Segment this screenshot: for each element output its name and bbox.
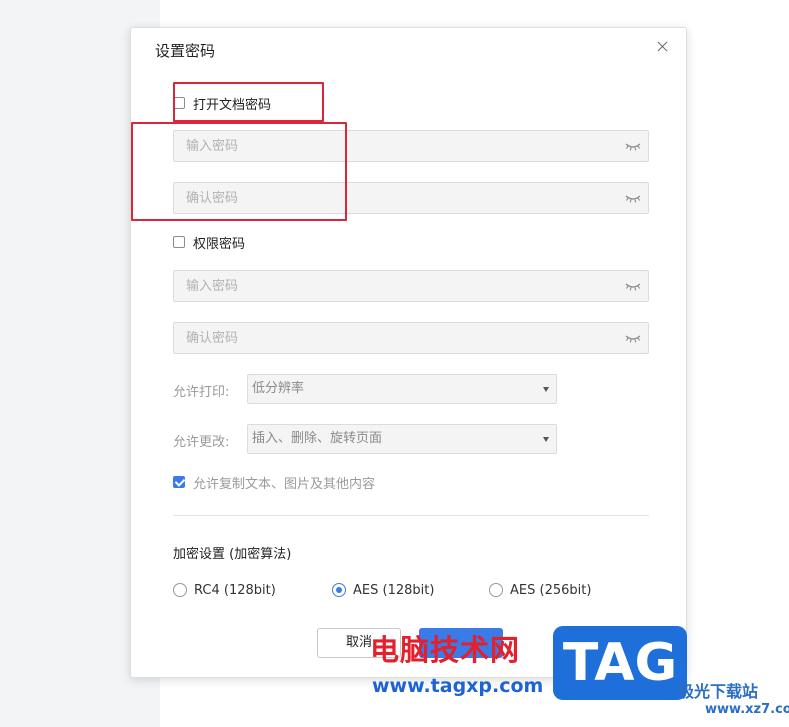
eye-closed-icon[interactable] [625, 192, 641, 204]
allow-copy-checkbox-row[interactable]: 允许复制文本、图片及其他内容 [173, 472, 375, 492]
allow-print-select[interactable]: 低分辨率 [247, 374, 557, 404]
open-password-input[interactable] [174, 131, 606, 161]
close-icon[interactable] [654, 38, 672, 56]
allow-print-label: 允许打印: [173, 385, 230, 400]
allow-print-value: 低分辨率 [252, 381, 305, 396]
radio-aes-256[interactable]: AES (256bit) [489, 580, 591, 600]
allow-modify-label: 允许更改: [173, 435, 230, 450]
permission-password-confirm-box [173, 322, 649, 354]
watermark-text: 电脑技术网 [370, 633, 521, 667]
eye-closed-icon[interactable] [625, 332, 641, 344]
watermark-url: www.tagxp.com [372, 675, 544, 697]
permission-password-checkbox-row[interactable]: 权限密码 [173, 232, 245, 252]
dropdown-arrow-icon [543, 387, 549, 392]
open-password-checkbox-row[interactable]: 打开文档密码 [173, 93, 271, 113]
radio-button[interactable] [489, 583, 503, 597]
allow-copy-label: 允许复制文本、图片及其他内容 [193, 476, 376, 492]
allow-copy-checkbox[interactable] [173, 476, 185, 488]
open-password-confirm-box [173, 182, 649, 214]
encryption-section-title: 加密设置 (加密算法) [173, 547, 292, 562]
eye-closed-icon[interactable] [625, 280, 641, 292]
radio-label: RC4 (128bit) [194, 582, 276, 598]
permission-password-confirm-input[interactable] [174, 323, 606, 353]
watermark-site-name: 极光下载站 [678, 682, 759, 701]
radio-aes-128[interactable]: AES (128bit) [332, 580, 434, 600]
permission-password-checkbox[interactable] [173, 236, 185, 248]
radio-button[interactable] [332, 583, 346, 597]
permission-password-label: 权限密码 [193, 236, 246, 252]
allow-modify-value: 插入、删除、旋转页面 [252, 431, 383, 446]
set-password-dialog: 设置密码 打开文档密码 权限密码 允许打印: 低分辨率 允许更改: 插入、删除、… [130, 27, 687, 678]
radio-label: AES (256bit) [510, 582, 592, 598]
open-password-confirm-input[interactable] [174, 183, 606, 213]
permission-password-input-box [173, 270, 649, 302]
eye-closed-icon[interactable] [625, 140, 641, 152]
allow-modify-select[interactable]: 插入、删除、旋转页面 [247, 424, 557, 454]
open-password-label: 打开文档密码 [193, 97, 272, 113]
dialog-title: 设置密码 [155, 42, 216, 60]
watermark-domain: www.xz7.com [705, 702, 789, 717]
dropdown-arrow-icon [543, 437, 549, 442]
radio-rc4-128[interactable]: RC4 (128bit) [173, 580, 276, 600]
section-divider [173, 515, 649, 516]
open-password-input-box [173, 130, 649, 162]
watermark-logo: TAG [553, 626, 687, 700]
radio-label: AES (128bit) [353, 582, 435, 598]
permission-password-input[interactable] [174, 271, 606, 301]
open-password-checkbox[interactable] [173, 97, 185, 109]
radio-button[interactable] [173, 583, 187, 597]
